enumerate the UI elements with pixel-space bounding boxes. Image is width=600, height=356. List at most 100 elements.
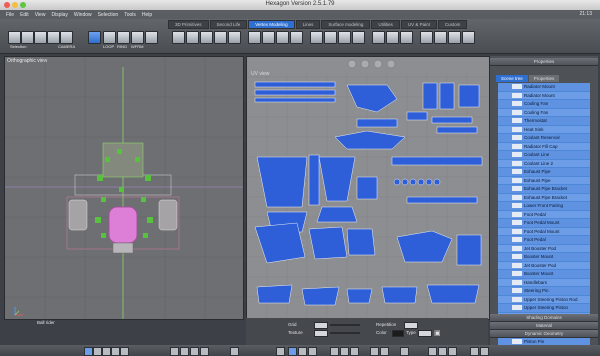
texture-icon[interactable]: [200, 347, 209, 356]
orthographic-viewport[interactable]: Orthographic view Ball rider: [4, 56, 244, 325]
light-icon[interactable]: [428, 347, 437, 356]
camera-icon[interactable]: [60, 31, 73, 44]
zoom-fit-icon[interactable]: [230, 347, 239, 356]
scene-tree-item[interactable]: Steering Pin: [498, 287, 590, 296]
scene-tree-item[interactable]: Booster Mount: [498, 270, 590, 279]
tool-tessellate-icon[interactable]: [200, 31, 213, 44]
visibility-toggle-icon[interactable]: [512, 279, 522, 285]
loop-icon[interactable]: [103, 31, 116, 44]
tool-boolean-icon[interactable]: [420, 31, 433, 44]
visibility-toggle-icon[interactable]: [512, 143, 522, 149]
visibility-toggle-icon[interactable]: [512, 305, 522, 311]
tool-cut-icon[interactable]: [248, 31, 261, 44]
visibility-toggle-icon[interactable]: [512, 126, 522, 132]
vertex-mode-icon[interactable]: [88, 31, 101, 44]
snap-icon[interactable]: [330, 347, 339, 356]
tab-properties[interactable]: Properties: [528, 75, 560, 82]
scene-tree-item[interactable]: Jet Booster Pod: [498, 261, 590, 270]
visibility-toggle-icon[interactable]: [512, 177, 522, 183]
texture-slider[interactable]: [330, 332, 360, 334]
properties-panel-header[interactable]: Properties: [490, 58, 598, 66]
tool-weld-icon[interactable]: [228, 31, 241, 44]
scene-tree-item[interactable]: Handlebars: [498, 278, 590, 287]
wireframe-icon[interactable]: [131, 31, 144, 44]
scene-tree-item[interactable]: Exhaust Pipe: [498, 176, 590, 185]
scene-tree-item[interactable]: Jet Booster Pod: [498, 244, 590, 253]
scene-tree-item[interactable]: Lower Front Fairing: [498, 202, 590, 211]
menu-tools[interactable]: Tools: [124, 12, 136, 18]
menu-display[interactable]: Display: [51, 12, 67, 18]
scene-tree-item[interactable]: Radiator Mount: [498, 83, 590, 92]
tool-bevel-icon[interactable]: [186, 31, 199, 44]
visibility-toggle-icon[interactable]: [512, 169, 522, 175]
visibility-toggle-icon[interactable]: [512, 92, 522, 98]
select-point-icon[interactable]: [47, 31, 60, 44]
grid-icon[interactable]: [350, 347, 359, 356]
scene-tree-item[interactable]: Heat Sink: [498, 125, 590, 134]
visibility-icon[interactable]: [480, 347, 489, 356]
tool-extrude-icon[interactable]: [172, 31, 185, 44]
tool-bridge-icon[interactable]: [310, 31, 323, 44]
tool-split-icon[interactable]: [290, 31, 303, 44]
scene-tree-item[interactable]: Thermostat: [498, 117, 590, 126]
tab-second-life[interactable]: Second Life: [209, 20, 248, 29]
tab-custom[interactable]: Custom: [437, 20, 468, 29]
visibility-toggle-icon[interactable]: [512, 152, 522, 158]
scene-tree-item[interactable]: Coolant Reservoir: [498, 134, 590, 143]
tab-utilities[interactable]: Utilities: [371, 20, 400, 29]
visibility-toggle-icon[interactable]: [512, 254, 522, 260]
dynamic-geometry-header[interactable]: Dynamic Geometry: [490, 330, 598, 338]
tool-uv-icon[interactable]: [462, 31, 475, 44]
menu-selection[interactable]: Selection: [98, 12, 119, 18]
tab-3d-primitives[interactable]: 3D Primitives: [168, 20, 209, 29]
scene-tree-item[interactable]: Foot Pedal: [498, 236, 590, 245]
group-icon[interactable]: [470, 347, 479, 356]
shading-domains-header[interactable]: Shading Domains: [490, 314, 598, 322]
scene-tree-item[interactable]: Cooling Fan: [498, 100, 590, 109]
visibility-toggle-icon[interactable]: [512, 296, 522, 302]
scene-tree[interactable]: Radiator Mount Radiator Mount Cooling Fan C…: [498, 83, 590, 345]
tab-uv-paint[interactable]: UV & Paint: [400, 20, 437, 29]
render-icon[interactable]: [170, 347, 179, 356]
repetition-field[interactable]: [404, 322, 418, 329]
visibility-toggle-icon[interactable]: [512, 101, 522, 107]
move-icon[interactable]: [288, 347, 297, 356]
texture-field[interactable]: [314, 330, 328, 337]
scene-tree-item[interactable]: Exhaust Pipe Bracket: [498, 185, 590, 194]
tool-fill-icon[interactable]: [324, 31, 337, 44]
visibility-toggle-icon[interactable]: [512, 288, 522, 294]
tool-hole-icon[interactable]: [338, 31, 351, 44]
scene-tree-item[interactable]: Exhaust Pipe: [498, 168, 590, 177]
visibility-toggle-icon[interactable]: [512, 135, 522, 141]
tool-mirror-icon[interactable]: [386, 31, 399, 44]
visibility-toggle-icon[interactable]: [512, 245, 522, 251]
visibility-toggle-icon[interactable]: [512, 271, 522, 277]
magnet-icon[interactable]: [340, 347, 349, 356]
lighting-icon[interactable]: [190, 347, 199, 356]
visibility-toggle-icon[interactable]: [512, 84, 522, 90]
ring-icon[interactable]: [117, 31, 130, 44]
tool-connect-icon[interactable]: [276, 31, 289, 44]
undo-icon[interactable]: [276, 347, 285, 356]
scene-tree-item[interactable]: Foot Pedal: [498, 210, 590, 219]
menu-edit[interactable]: Edit: [20, 12, 29, 18]
tool-paint-icon[interactable]: [448, 31, 461, 44]
uv-viewport[interactable]: UV view: [246, 56, 490, 320]
visibility-toggle-icon[interactable]: [512, 211, 522, 217]
menu-file[interactable]: File: [6, 12, 14, 18]
camera-snapshot-icon[interactable]: ▣: [434, 329, 441, 337]
visibility-toggle-icon[interactable]: [512, 339, 522, 345]
scene-tree-item[interactable]: Cooling Fan: [498, 108, 590, 117]
grid-field[interactable]: [314, 322, 328, 329]
visibility-toggle-icon[interactable]: [512, 194, 522, 200]
material-header[interactable]: Material: [490, 322, 598, 330]
grid-slider[interactable]: [330, 324, 360, 326]
scene-tree-item[interactable]: Piston Pin: [498, 338, 590, 345]
camera-view-icon[interactable]: [400, 347, 409, 356]
scale-icon[interactable]: [308, 347, 317, 356]
axis-icon[interactable]: [370, 347, 379, 356]
scene-tree-item[interactable]: Foot Pedal Mount: [498, 219, 590, 228]
menu-view[interactable]: View: [35, 12, 46, 18]
scene-tree-item[interactable]: Radiator Mount: [498, 91, 590, 100]
rotate-icon[interactable]: [298, 347, 307, 356]
